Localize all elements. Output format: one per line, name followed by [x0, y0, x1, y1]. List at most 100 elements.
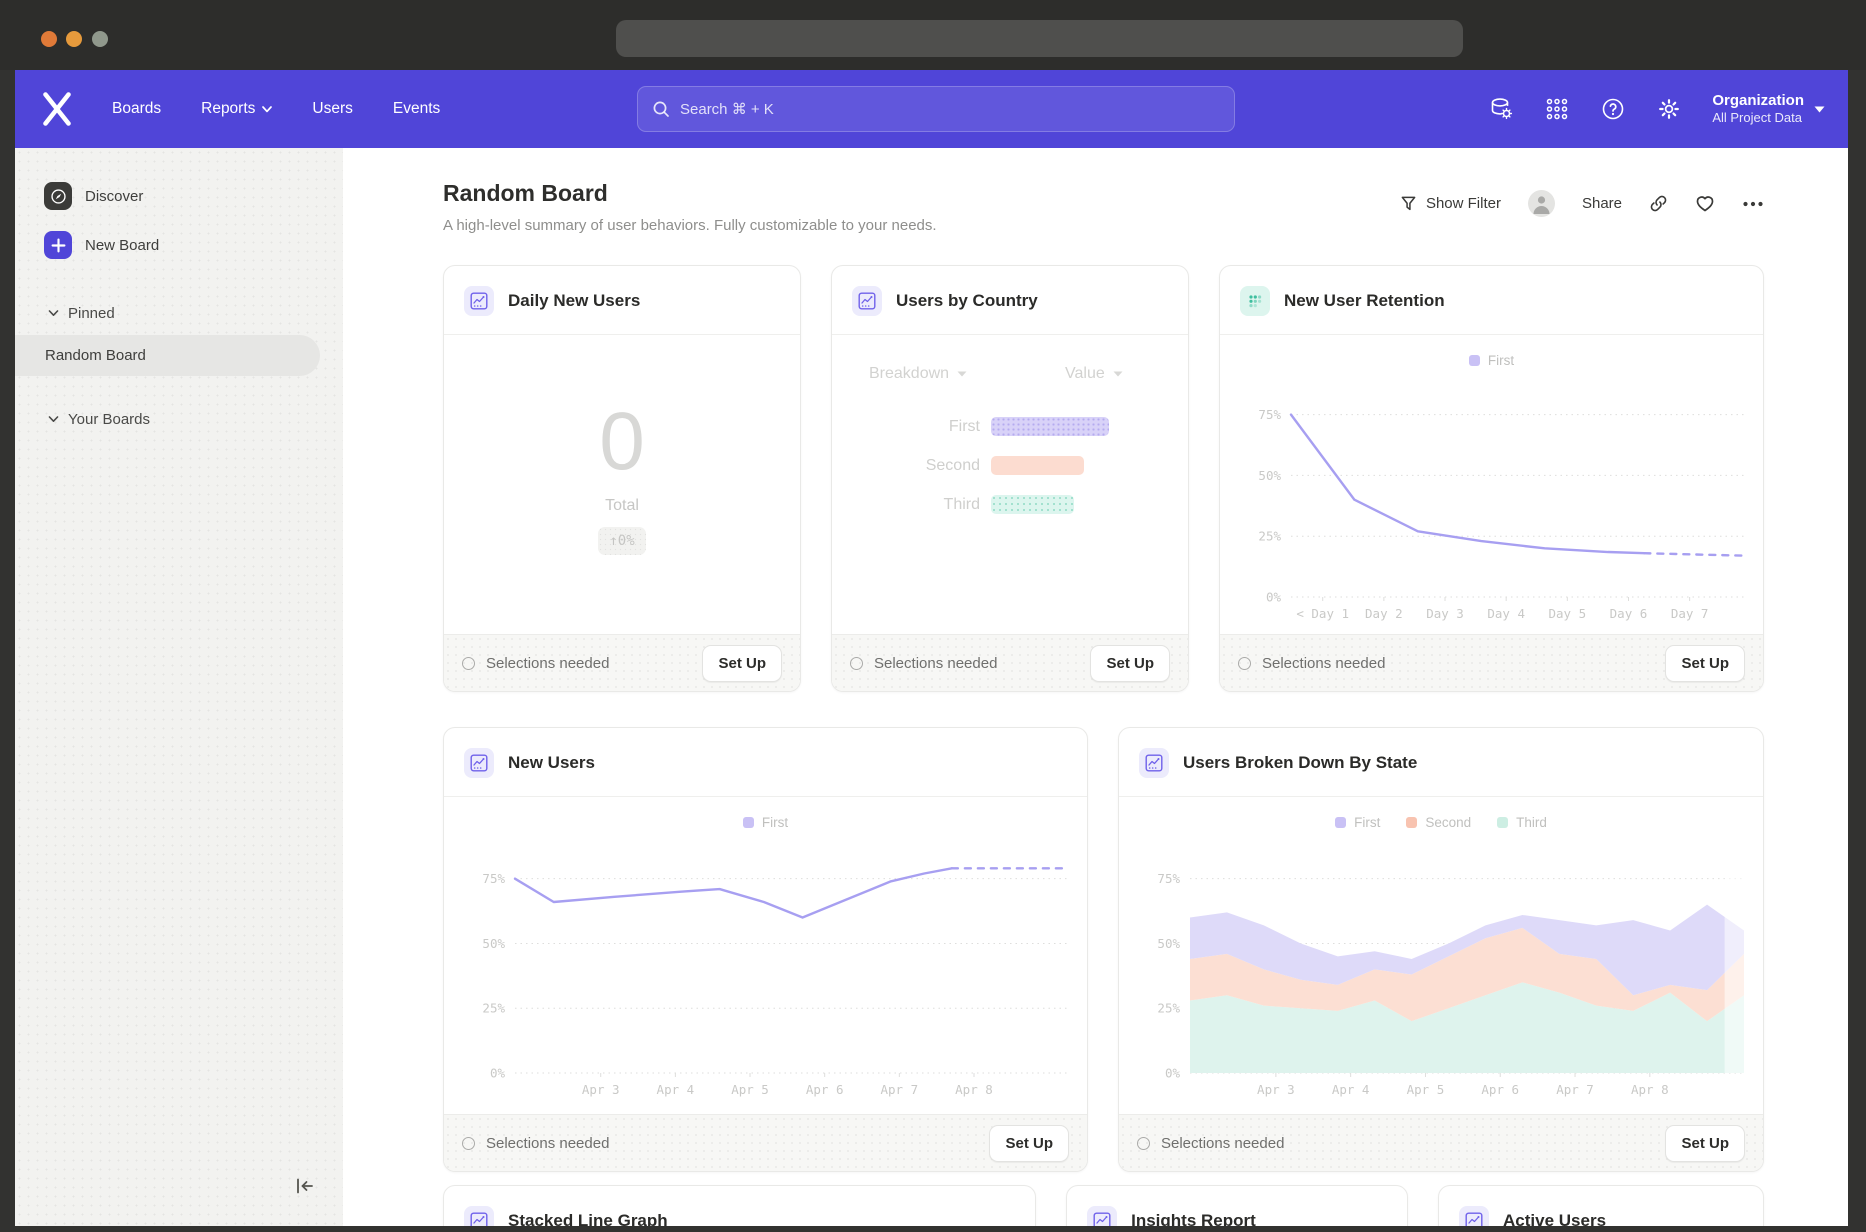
- svg-text:< Day 1: < Day 1: [1296, 606, 1349, 621]
- card-status: Selections needed: [850, 655, 997, 672]
- bar-label: Third: [832, 496, 980, 514]
- more-options-icon[interactable]: [1742, 200, 1764, 208]
- card-title: Daily New Users: [508, 291, 640, 311]
- svg-text:Apr 7: Apr 7: [1556, 1082, 1594, 1097]
- nav-right-controls: Organization All Project Data: [1488, 70, 1825, 148]
- search-input[interactable]: Search ⌘ + K: [637, 86, 1235, 132]
- bar-label: Second: [832, 457, 980, 475]
- svg-text:25%: 25%: [1157, 1001, 1180, 1016]
- nav-item-boards[interactable]: Boards: [112, 100, 161, 118]
- status-circle-icon: [462, 657, 475, 670]
- sidebar-item-label: New Board: [85, 237, 159, 254]
- breakdown-select[interactable]: Breakdown: [869, 365, 967, 383]
- sidebar-item-discover[interactable]: Discover: [15, 176, 343, 216]
- svg-text:50%: 50%: [482, 936, 505, 951]
- set-up-button[interactable]: Set Up: [989, 1125, 1069, 1162]
- card-title: Insights Report: [1131, 1211, 1256, 1226]
- card-daily-new-users[interactable]: Daily New Users 0 Total ↑0%: [443, 265, 801, 692]
- svg-text:Apr 8: Apr 8: [955, 1082, 993, 1097]
- svg-text:Apr 3: Apr 3: [1257, 1082, 1295, 1097]
- card-new-user-retention[interactable]: New User Retention First 75%50%25%0%< Da…: [1219, 265, 1764, 692]
- show-filter-button[interactable]: Show Filter: [1400, 195, 1501, 212]
- bar-row: Second: [832, 446, 1188, 485]
- share-button[interactable]: Share: [1582, 195, 1622, 212]
- svg-text:Apr 4: Apr 4: [1332, 1082, 1370, 1097]
- card-active-users[interactable]: Active Users: [1438, 1185, 1764, 1226]
- apps-grid-icon[interactable]: [1544, 96, 1570, 122]
- nav-item-events[interactable]: Events: [393, 100, 440, 118]
- cards-grid: Daily New Users 0 Total ↑0%: [443, 265, 1764, 1226]
- share-label: Share: [1582, 195, 1622, 212]
- window-minimize-button[interactable]: [66, 31, 82, 47]
- nav-item-label: Events: [393, 100, 440, 118]
- set-up-button[interactable]: Set Up: [1665, 1125, 1745, 1162]
- legend-swatch: [1406, 817, 1417, 828]
- bar-row: First: [832, 407, 1188, 446]
- svg-text:0%: 0%: [490, 1066, 506, 1081]
- legend-item: Second: [1406, 815, 1471, 830]
- svg-text:75%: 75%: [1258, 407, 1281, 422]
- state-stacked-area-chart: 75%50%25%0%Apr 3Apr 4Apr 5Apr 6Apr 7Apr …: [1122, 833, 1760, 1105]
- svg-text:50%: 50%: [1157, 936, 1180, 951]
- card-status: Selections needed: [462, 655, 609, 672]
- legend-item: First: [743, 815, 788, 830]
- new-users-line-chart: 75%50%25%0%Apr 3Apr 4Apr 5Apr 6Apr 7Apr …: [447, 833, 1084, 1105]
- card-title: New Users: [508, 753, 595, 773]
- avatar[interactable]: [1528, 190, 1555, 217]
- card-insights-report[interactable]: Insights Report: [1066, 1185, 1408, 1226]
- window-titlebar: [0, 0, 1866, 70]
- org-switcher[interactable]: Organization All Project Data: [1712, 92, 1825, 127]
- set-up-button[interactable]: Set Up: [702, 645, 782, 682]
- metric-delta-badge: ↑0%: [598, 527, 645, 555]
- search-placeholder: Search ⌘ + K: [680, 100, 774, 118]
- set-up-button[interactable]: Set Up: [1090, 645, 1170, 682]
- settings-gear-icon[interactable]: [1656, 96, 1682, 122]
- nav-item-label: Users: [312, 100, 352, 118]
- svg-text:Apr 8: Apr 8: [1631, 1082, 1669, 1097]
- card-stacked-line-graph[interactable]: Stacked Line Graph: [443, 1185, 1036, 1226]
- chart-legend: First: [444, 797, 1087, 833]
- mixpanel-logo-icon[interactable]: [42, 92, 72, 126]
- svg-text:Day 5: Day 5: [1549, 606, 1587, 621]
- value-select[interactable]: Value: [1065, 365, 1123, 383]
- bar-label: First: [832, 418, 980, 436]
- status-label: Selections needed: [1262, 655, 1385, 672]
- chart-legend: First: [1220, 335, 1763, 371]
- copy-link-icon[interactable]: [1649, 194, 1668, 213]
- search-icon: [652, 100, 670, 118]
- nav-item-users[interactable]: Users: [312, 100, 352, 118]
- card-status: Selections needed: [1137, 1135, 1284, 1152]
- legend-swatch: [743, 817, 754, 828]
- sidebar-section-pinned[interactable]: Pinned: [15, 300, 343, 326]
- svg-text:Apr 5: Apr 5: [1407, 1082, 1445, 1097]
- sidebar-item-random-board[interactable]: Random Board: [15, 335, 320, 376]
- legend-swatch: [1497, 817, 1508, 828]
- help-icon[interactable]: [1600, 96, 1626, 122]
- sidebar-item-new-board[interactable]: New Board: [15, 225, 343, 265]
- window-zoom-button[interactable]: [92, 31, 108, 47]
- card-users-by-country[interactable]: Users by Country Breakdown Value: [831, 265, 1189, 692]
- metric-label: Total: [444, 497, 800, 515]
- card-users-by-state[interactable]: Users Broken Down By State FirstSecondTh…: [1118, 727, 1764, 1172]
- filter-funnel-icon: [1400, 195, 1417, 212]
- card-new-users[interactable]: New Users First 75%50%25%0%Apr 3Apr 4Apr…: [443, 727, 1088, 1172]
- favorite-heart-icon[interactable]: [1695, 194, 1715, 213]
- legend-swatch: [1469, 355, 1480, 366]
- bar-first: [991, 417, 1109, 436]
- breakdown-label: Breakdown: [869, 365, 949, 383]
- browser-tab-placeholder[interactable]: [616, 20, 1463, 57]
- card-title: Users by Country: [896, 291, 1038, 311]
- window-close-button[interactable]: [41, 31, 57, 47]
- data-management-icon[interactable]: [1488, 96, 1514, 122]
- set-up-button[interactable]: Set Up: [1665, 645, 1745, 682]
- line-chart-icon: [464, 748, 494, 778]
- sidebar-collapse-icon[interactable]: [293, 1174, 317, 1198]
- page-title: Random Board: [443, 180, 608, 207]
- svg-text:Apr 6: Apr 6: [1481, 1082, 1519, 1097]
- card-title: New User Retention: [1284, 291, 1445, 311]
- sidebar-section-your-boards[interactable]: Your Boards: [15, 406, 343, 432]
- section-label: Pinned: [68, 305, 115, 322]
- status-circle-icon: [850, 657, 863, 670]
- nav-item-reports[interactable]: Reports: [201, 100, 272, 118]
- app-window: Boards Reports Users Events Search ⌘ + K: [15, 70, 1848, 1226]
